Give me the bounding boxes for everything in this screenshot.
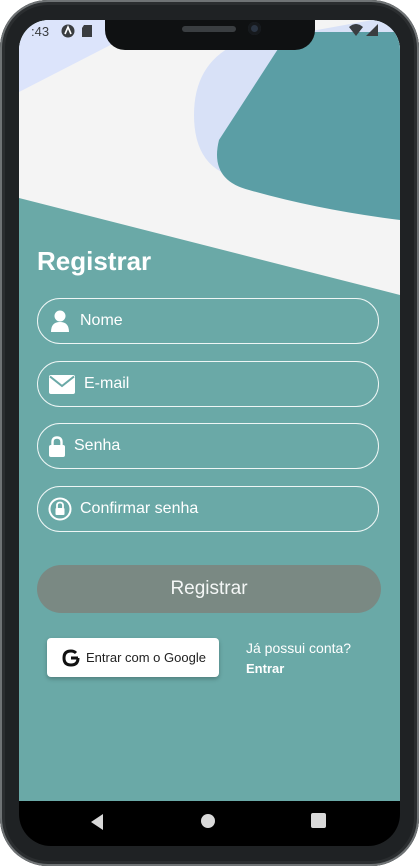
camera-notch <box>105 20 315 50</box>
login-question: Já possui conta? <box>246 640 352 656</box>
signal-icon <box>366 24 378 36</box>
wifi-icon <box>349 24 363 36</box>
user-icon <box>48 309 72 333</box>
password-field-label: Senha <box>74 437 121 454</box>
status-time: :43 <box>31 24 50 39</box>
back-icon[interactable] <box>89 813 105 831</box>
lock-icon <box>48 434 66 458</box>
password-field[interactable]: Senha <box>37 423 379 469</box>
confirm-password-field-label: Confirmar senha <box>80 500 199 517</box>
app-notification-icon <box>61 24 75 38</box>
home-icon[interactable] <box>200 813 216 829</box>
front-camera <box>248 22 261 35</box>
recents-icon[interactable] <box>311 813 326 828</box>
speaker-grille <box>182 26 236 32</box>
google-icon <box>62 648 80 667</box>
google-sign-in-label: Entrar com o Google <box>86 650 206 665</box>
name-field[interactable]: Nome <box>37 298 379 344</box>
navigation-bar <box>19 801 400 846</box>
sd-card-icon <box>82 25 92 37</box>
name-field-label: Nome <box>80 312 123 329</box>
email-field-label: E-mail <box>84 375 130 392</box>
envelope-icon <box>48 372 76 396</box>
confirm-password-field[interactable]: Confirmar senha <box>37 486 379 532</box>
page-title: Registrar <box>37 246 152 276</box>
google-sign-in-button[interactable]: Entrar com o Google <box>47 638 219 677</box>
email-field[interactable]: E-mail <box>37 361 379 407</box>
app-screen: :43 Registrar Nome E-mail Senha Confirma… <box>19 20 400 801</box>
register-button[interactable]: Registrar <box>37 565 381 613</box>
login-link[interactable]: Entrar <box>246 661 284 676</box>
lock-circle-icon <box>48 497 72 521</box>
